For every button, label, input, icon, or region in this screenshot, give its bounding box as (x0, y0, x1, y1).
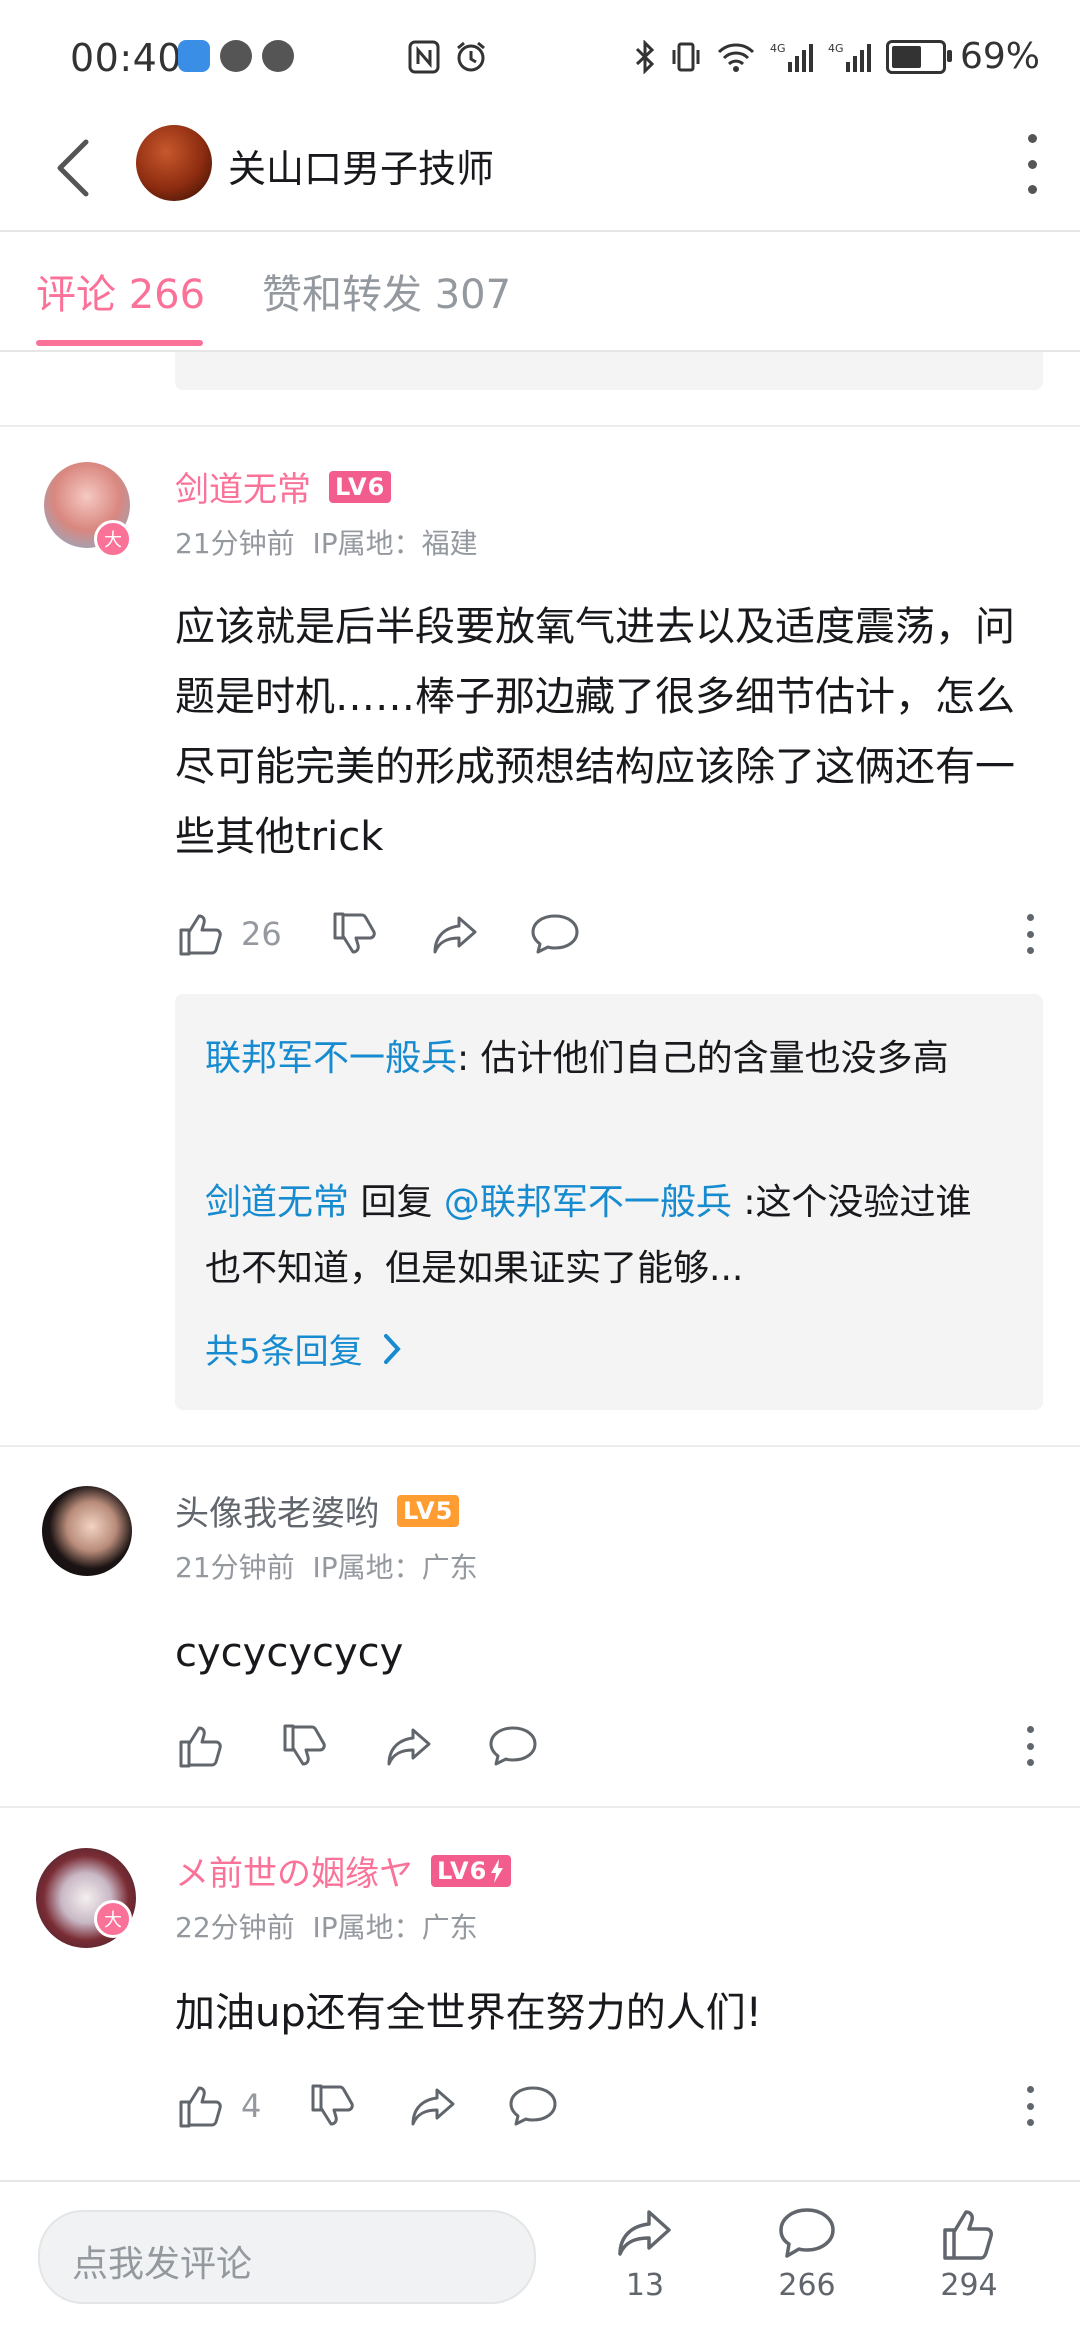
dislike-icon[interactable] (279, 1720, 331, 1772)
comment-text: 加油up还有全世界在努力的人们! (175, 1990, 762, 2036)
big-member-badge: 大 (94, 1900, 132, 1938)
username[interactable]: 剑道无常 (175, 462, 311, 511)
comment-meta: 22分钟前 IP属地：广东 (175, 1906, 478, 1946)
comment-input-placeholder: 点我发评论 (72, 2244, 253, 2285)
comment-text: cycycycycy (175, 1630, 404, 1676)
like-button[interactable]: 294 (914, 2206, 1024, 2303)
comment-actions (175, 1720, 1035, 1772)
reply-icon[interactable] (507, 2080, 559, 2132)
level-badge: LV6 (431, 1854, 512, 1887)
active-tab-indicator (36, 340, 203, 346)
share-button[interactable]: 13 (590, 2206, 700, 2303)
like-icon (943, 2210, 993, 2260)
previous-reply-box-edge (175, 352, 1043, 390)
reply-username[interactable]: 剑道无常 (205, 1182, 349, 1223)
status-time: 00:40 (70, 36, 183, 80)
comment-divider (0, 425, 1080, 427)
svg-text:4G: 4G (770, 42, 786, 55)
chevron-right-icon (383, 1333, 401, 1364)
back-arrow-icon[interactable] (48, 130, 98, 206)
big-member-badge: 大 (94, 520, 132, 558)
battery-percent: 69% (959, 36, 1040, 77)
uploader-name[interactable]: 关山口男子技师 (228, 138, 494, 193)
share-icon[interactable] (429, 908, 481, 960)
like-count: 26 (241, 915, 282, 953)
reply-2[interactable]: 剑道无常 回复 @联邦军不一般兵 :这个没验过谁也不知道，但是如果证实了能够..… (205, 1170, 985, 1302)
user-avatar[interactable] (42, 1486, 132, 1576)
comment-more-icon[interactable] (1025, 2086, 1035, 2126)
lightning-icon (491, 1858, 504, 1883)
tab-comments[interactable]: 评论 266 (36, 262, 205, 320)
wifi-icon (717, 42, 755, 72)
reply-1[interactable]: 联邦军不一般兵: 估计他们自己的含量也没多高 (205, 1026, 965, 1092)
comment-time: 21分钟前 (175, 1551, 295, 1584)
comment-ip: IP属地：广东 (312, 1551, 478, 1584)
comment-count: 266 (778, 2268, 836, 2303)
comment-time: 22分钟前 (175, 1911, 295, 1944)
comment-header: 头像我老婆哟 LV5 (175, 1486, 460, 1535)
comment-button[interactable]: 266 (752, 2206, 862, 2303)
like-icon[interactable] (175, 908, 227, 960)
comment-more-icon[interactable] (1025, 1726, 1035, 1766)
like-count: 294 (940, 2268, 998, 2303)
status-notification-icons (178, 40, 294, 72)
reply-mention[interactable]: @联邦军不一般兵 (444, 1182, 732, 1223)
reply-icon[interactable] (529, 908, 581, 960)
signal-4g-icon: 4G (770, 42, 813, 72)
level-badge: LV5 (397, 1494, 460, 1527)
comment-meta: 21分钟前 IP属地：福建 (175, 522, 478, 562)
view-all-replies-link[interactable]: 共5条回复 (205, 1324, 403, 1373)
dislike-icon[interactable] (307, 2080, 359, 2132)
comment-actions: 4 (175, 2080, 1035, 2132)
audio-notification-icon (262, 40, 294, 72)
comment-more-icon[interactable] (1025, 914, 1035, 954)
vibrate-icon (672, 42, 700, 71)
comment-divider (0, 1445, 1080, 1447)
reply-icon[interactable] (487, 1720, 539, 1772)
nfc-icon (408, 40, 440, 74)
dislike-icon[interactable] (329, 908, 381, 960)
reply-connector: 回复 (349, 1182, 444, 1223)
reply-text: : 估计他们自己的含量也没多高 (457, 1038, 949, 1079)
share-icon (618, 2210, 671, 2256)
status-right: 4G 4G 69% (634, 36, 1040, 77)
comment-icon (779, 2208, 835, 2258)
like-icon[interactable] (175, 2080, 227, 2132)
hand-notification-icon (220, 40, 252, 72)
signal-4g-icon-2: 4G (828, 42, 871, 72)
share-count: 13 (625, 2268, 665, 2303)
comment-text: 应该就是后半段要放氧气进去以及适度震荡，问题是时机……棒子那边藏了很多细节估计，… (175, 604, 1015, 860)
username[interactable]: 头像我老婆哟 (175, 1486, 379, 1535)
like-icon[interactable] (175, 1720, 227, 1772)
level-badge: LV6 (329, 470, 392, 503)
level-badge-text: LV6 (437, 1856, 488, 1885)
uploader-avatar[interactable] (136, 125, 212, 201)
comment-actions: 26 (175, 908, 1035, 960)
comment-divider (0, 1806, 1080, 1808)
alarm-icon (457, 41, 485, 72)
comment-ip: IP属地：福建 (312, 527, 478, 560)
share-icon[interactable] (407, 2080, 459, 2132)
battery-icon (885, 39, 952, 74)
comment-meta: 21分钟前 IP属地：广东 (175, 1546, 478, 1586)
more-options-icon[interactable] (1022, 134, 1042, 194)
share-icon[interactable] (383, 1720, 435, 1772)
username[interactable]: メ前世の姻缘ヤ (175, 1846, 413, 1895)
tab-likes-and-shares[interactable]: 赞和转发 307 (262, 262, 511, 320)
like-count: 4 (241, 2087, 262, 2125)
comment-header: 剑道无常 LV6 (175, 462, 392, 511)
comment-ip: IP属地：广东 (312, 1911, 478, 1944)
comment-time: 21分钟前 (175, 527, 295, 560)
status-mid-icons (408, 40, 488, 74)
comment-header: メ前世の姻缘ヤ LV6 (175, 1846, 512, 1895)
view-all-replies-label[interactable]: 共5条回复 (205, 1324, 363, 1373)
reply-username[interactable]: 联邦军不一般兵 (205, 1038, 457, 1079)
app-notification-icon (178, 40, 210, 72)
svg-text:4G: 4G (828, 42, 844, 55)
bluetooth-icon (635, 39, 655, 74)
